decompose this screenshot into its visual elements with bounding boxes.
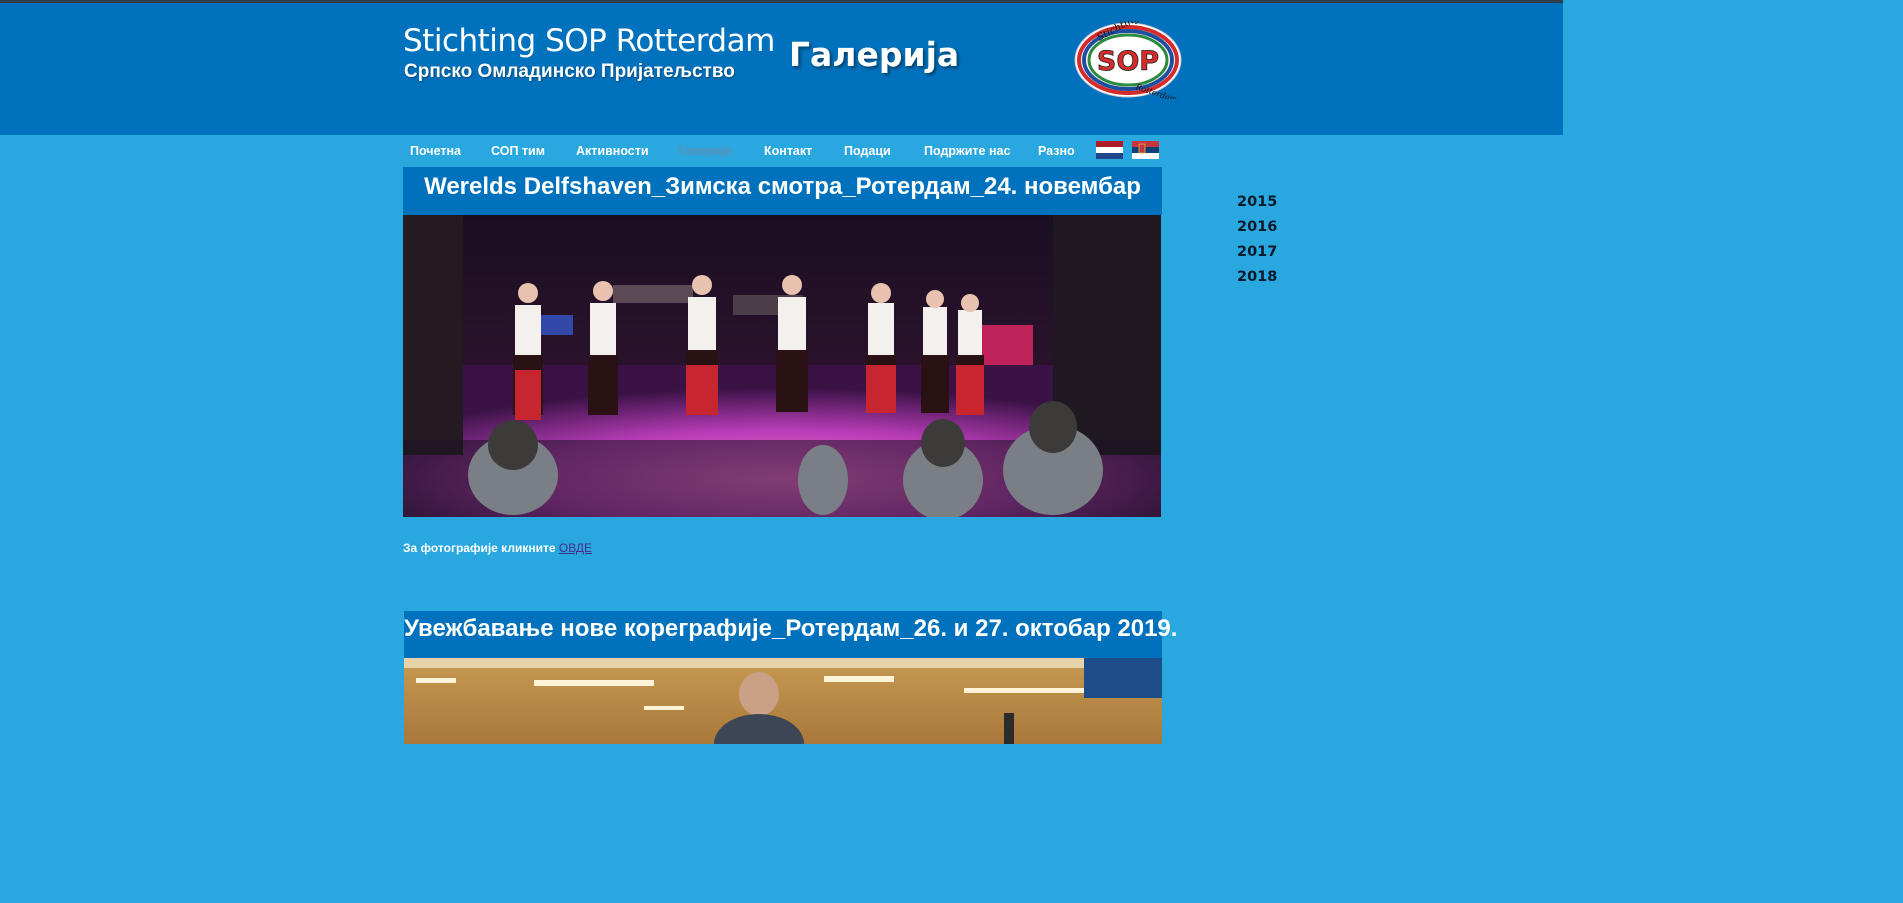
- year-link-2018[interactable]: 2018: [1237, 269, 1277, 294]
- site-subtitle: Српско Омладинско Пријатељство: [404, 61, 735, 82]
- nav-item-home[interactable]: Почетна: [410, 144, 461, 158]
- nav-item-data[interactable]: Подаци: [844, 144, 891, 158]
- nav-item-support[interactable]: Подржите нас: [924, 144, 1010, 158]
- rehearsal-photo[interactable]: [404, 658, 1162, 744]
- logo-center-text: SOP: [1097, 46, 1159, 77]
- year-link-2017[interactable]: 2017: [1237, 244, 1277, 269]
- photo-link[interactable]: ОВДЕ: [559, 541, 592, 555]
- year-link-2015[interactable]: 2015: [1237, 194, 1277, 219]
- nav-item-misc[interactable]: Разно: [1038, 144, 1075, 158]
- page-heading: Галерија: [789, 35, 960, 74]
- folk-dance-photo[interactable]: [403, 215, 1161, 517]
- post-title-2: Увежбавање нове кореграфије_Ротердам_26.…: [404, 611, 1177, 658]
- site-title[interactable]: Stichting SOP Rotterdam: [403, 23, 775, 59]
- photo-note: За фотографије кликните ОВДЕ: [403, 541, 592, 555]
- nav-item-team[interactable]: СОП тим: [491, 144, 545, 158]
- nav-item-gallery[interactable]: Галерија: [678, 144, 732, 158]
- year-list: 2015 2016 2017 2018: [1237, 194, 1277, 294]
- nav-item-contact[interactable]: Контакт: [764, 144, 812, 158]
- post-title: Werelds Delfshaven_Зимска смотра_Ротерда…: [403, 167, 1162, 215]
- netherlands-flag-icon[interactable]: [1096, 141, 1123, 159]
- sop-logo[interactable]: SOP Stichting Rotterdam: [1073, 21, 1183, 99]
- site-header: Stichting SOP Rotterdam Српско Омладинск…: [0, 3, 1563, 135]
- photo-note-text: За фотографије кликните: [403, 541, 556, 555]
- main-nav: Почетна СОП тим Активности Галерија Конт…: [403, 135, 1163, 167]
- nav-item-activities[interactable]: Активности: [576, 144, 649, 158]
- year-link-2016[interactable]: 2016: [1237, 219, 1277, 244]
- serbia-flag-icon[interactable]: [1132, 141, 1159, 159]
